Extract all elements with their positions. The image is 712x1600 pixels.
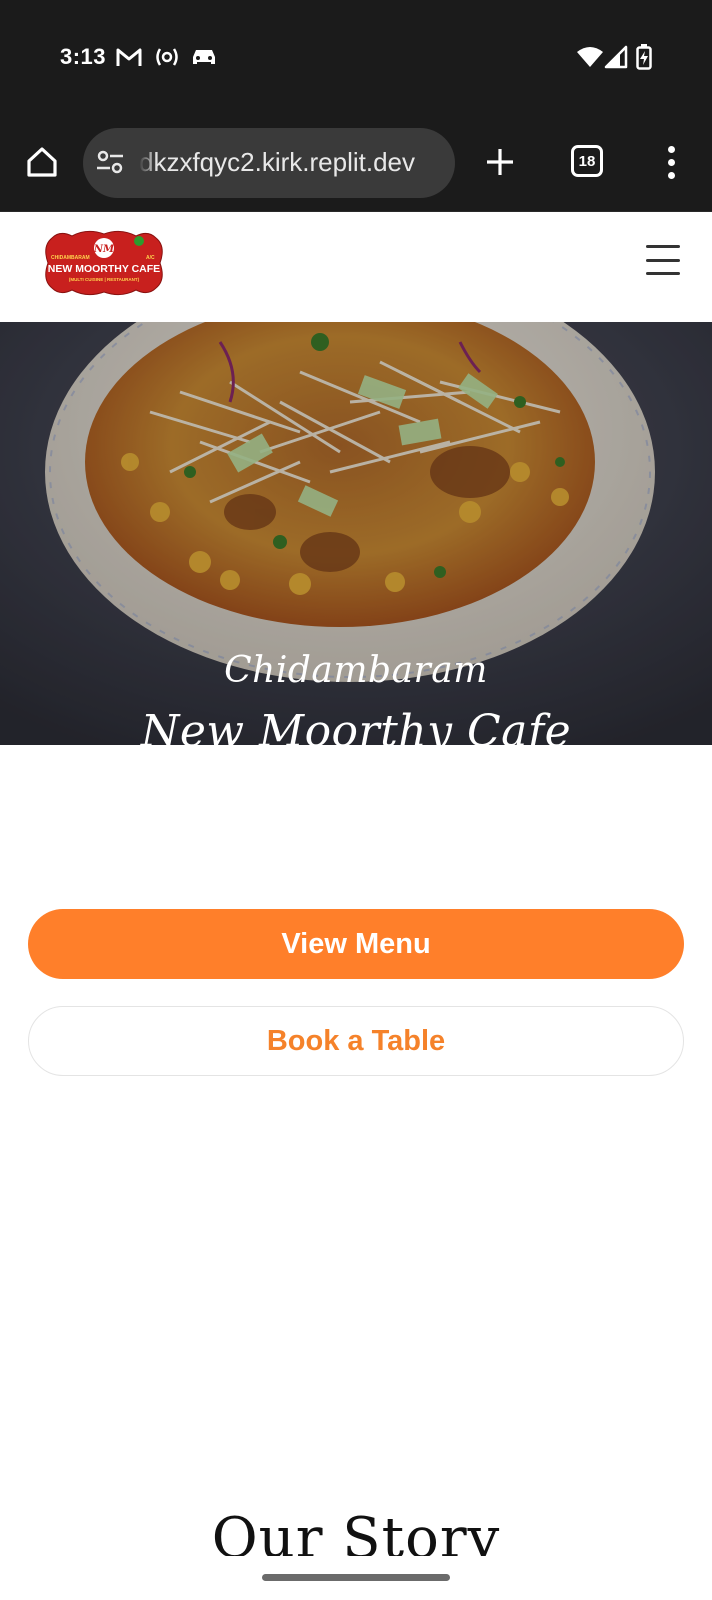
car-icon: [190, 44, 218, 70]
our-story-heading: Our Story: [211, 1506, 501, 1556]
wifi-icon: [576, 44, 604, 70]
gmail-icon: [116, 44, 142, 70]
hero-heading-line2: New Moorthy Cafe: [140, 706, 572, 745]
url-text: dkzxfqyc2.kirk.replit.dev: [139, 147, 449, 178]
more-options-icon[interactable]: [654, 140, 688, 184]
browser-toolbar: dkzxfqyc2.kirk.replit.dev 18: [0, 116, 712, 212]
address-bar[interactable]: dkzxfqyc2.kirk.replit.dev: [83, 128, 455, 198]
signal-icon: [604, 44, 628, 70]
hamburger-menu-icon[interactable]: [646, 245, 680, 275]
logo-top-right: A/C: [146, 255, 155, 261]
hotspot-icon: [154, 44, 180, 70]
hero-heading-line1: Chidambaram: [224, 650, 488, 691]
our-story-section: Our Story: [0, 1500, 712, 1556]
tab-count: 18: [578, 152, 596, 170]
new-tab-icon: [487, 149, 513, 175]
svg-text:NM: NM: [93, 244, 115, 255]
logo-tagline: (MULTI CUISINE | RESTAURANT): [69, 277, 140, 282]
new-tab-button[interactable]: [478, 140, 522, 184]
gesture-navigation-bar[interactable]: [262, 1574, 450, 1581]
status-time: 3:13: [60, 44, 107, 69]
view-menu-button[interactable]: View Menu: [28, 909, 684, 979]
restaurant-logo[interactable]: NM CHIDAMBARAM A/C NEW MOORTHY CAFE (MUL…: [42, 228, 166, 298]
hero-banner: Chidambaram New Moorthy Cafe: [0, 322, 712, 745]
logo-name: NEW MOORTHY CAFE: [48, 263, 160, 275]
site-header: NM CHIDAMBARAM A/C NEW MOORTHY CAFE (MUL…: [0, 213, 712, 322]
site-settings-icon[interactable]: [95, 147, 125, 182]
battery-charging-icon: [636, 44, 652, 70]
home-icon: [27, 147, 57, 177]
status-bar: 3:13: [0, 0, 712, 116]
book-table-button[interactable]: Book a Table: [28, 1006, 684, 1076]
home-button[interactable]: [20, 140, 64, 184]
tabs-button[interactable]: 18: [571, 145, 603, 177]
logo-top-left: CHIDAMBARAM: [51, 255, 90, 261]
